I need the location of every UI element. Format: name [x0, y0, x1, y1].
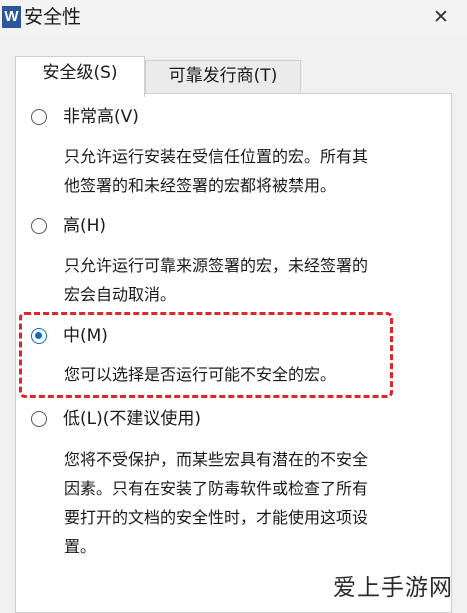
tab-security-level[interactable]: 安全级(S): [15, 56, 145, 97]
option-high-desc-line-1: 只允许运行可靠来源签署的宏，未经签署的: [64, 256, 369, 275]
tab-trusted-publishers[interactable]: 可靠发行商(T): [145, 60, 301, 94]
option-low-desc-line-1: 您将不受保护，而某些宏具有潜在的不安全: [64, 450, 369, 469]
word-logo-icon: W: [2, 6, 21, 28]
option-medium-label: 中(M): [63, 326, 108, 346]
option-very-high-desc-line-1: 只允许运行安装在受信任位置的宏。所有其: [64, 147, 369, 166]
radio-high[interactable]: [31, 218, 47, 234]
option-low-desc-line-2: 因素。只有在安装了防毒软件或检查了所有: [64, 479, 369, 498]
option-low-desc-line-4: 置。: [64, 537, 97, 556]
option-high-label: 高(H): [63, 216, 107, 236]
option-very-high-desc-line-2: 他签署的和未经签署的宏都将被禁用。: [64, 176, 337, 195]
security-level-panel: 非常高(V) 只允许运行安装在受信任位置的宏。所有其 他签署的和未经签署的宏都将…: [15, 93, 452, 613]
radio-low[interactable]: [31, 411, 47, 427]
radio-very-high[interactable]: [31, 109, 47, 125]
site-watermark: 爱上手游网: [333, 575, 453, 601]
close-button[interactable]: ✕: [426, 2, 456, 32]
option-medium-desc-line-1: 您可以选择是否运行可能不安全的宏。: [64, 365, 337, 384]
option-low-label: 低(L)(不建议使用): [63, 409, 202, 429]
option-high-desc-line-2: 宏会自动取消。: [64, 285, 177, 304]
option-low-desc-line-3: 要打开的文档的安全性时，才能使用这项设: [64, 508, 369, 527]
window-title: 安全性: [24, 6, 82, 28]
radio-medium[interactable]: [31, 328, 47, 344]
title-bar: W 安全性 ✕: [0, 0, 467, 36]
option-very-high-label: 非常高(V): [63, 107, 139, 127]
